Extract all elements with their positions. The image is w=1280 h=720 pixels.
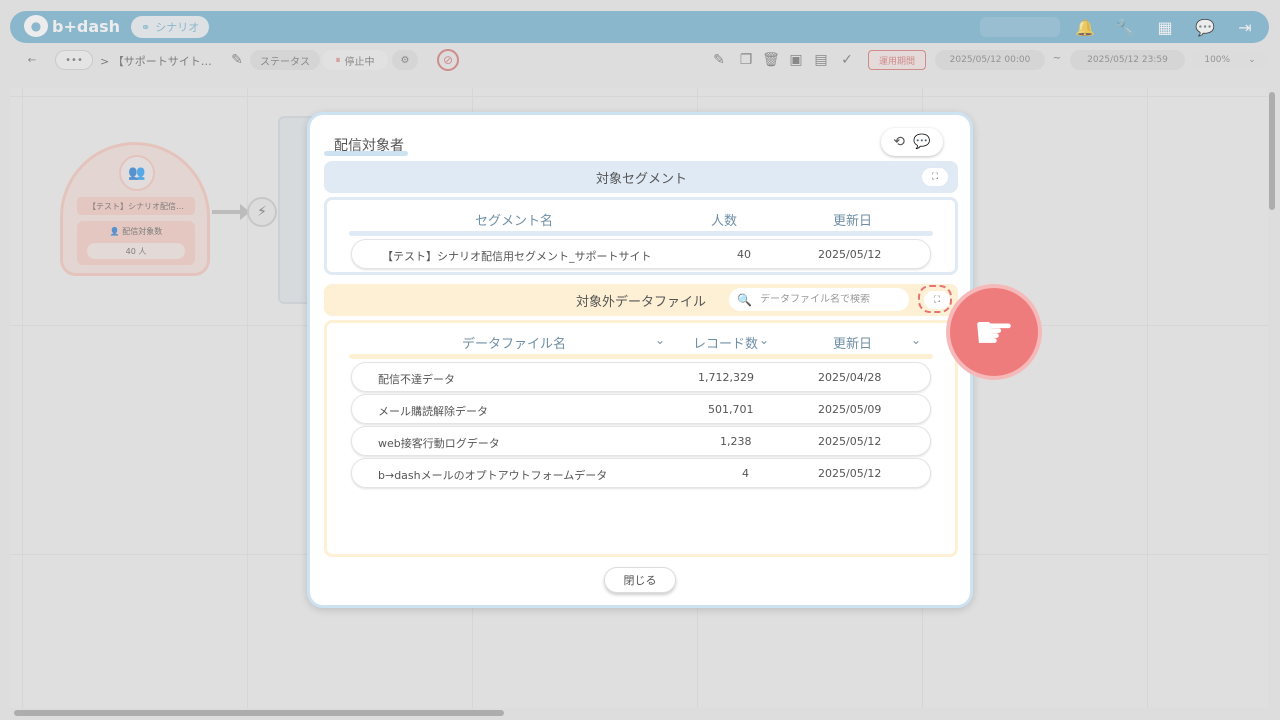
file-count-cell: 1,238 <box>720 435 752 448</box>
file-count-cell: 4 <box>742 467 749 480</box>
delivery-target-modal: 配信対象者 ⟲ 💬 対象セグメント ⛶ セグメント名 人数 更新日 【テスト】シ… <box>307 112 973 608</box>
excluded-files-table: データファイル名 ⌄ レコード数 ⌄ 更新日 ⌄ 配信不達データ 1,712,3… <box>324 320 958 557</box>
file-count-cell: 1,712,329 <box>698 371 754 384</box>
file-name-cell: 配信不達データ <box>378 373 455 386</box>
file-col-date[interactable]: 更新日 <box>833 333 872 352</box>
segment-header-underline <box>349 231 933 236</box>
table-row[interactable]: 配信不達データ 1,712,329 2025/04/28 <box>351 362 931 392</box>
modal-tools: ⟲ 💬 <box>881 128 943 156</box>
file-search-box[interactable]: 🔍 <box>729 288 909 311</box>
close-button[interactable]: 閉じる <box>604 567 676 593</box>
segment-col-name: セグメント名 <box>475 214 554 229</box>
segment-col-date: 更新日 <box>833 214 873 229</box>
file-date-cell: 2025/05/12 <box>818 467 882 480</box>
file-date-cell: 2025/04/28 <box>818 371 882 384</box>
segment-section-title: 対象セグメント <box>596 172 688 187</box>
file-col-name[interactable]: データファイル名 <box>462 333 566 352</box>
table-row[interactable]: b→dashメールのオプトアウトフォームデータ 4 2025/05/12 <box>351 458 931 488</box>
segment-date-cell: 2025/05/12 <box>818 248 882 261</box>
sort-chevron-icon[interactable]: ⌄ <box>655 333 665 347</box>
pointing-hand-icon: ☛ <box>946 284 1042 380</box>
segment-col-count: 人数 <box>711 214 738 229</box>
chat-bot-icon[interactable]: 💬 <box>913 134 930 150</box>
file-date-cell: 2025/05/09 <box>818 403 882 416</box>
file-date-cell: 2025/05/12 <box>818 435 882 448</box>
segment-section-header: 対象セグメント ⛶ <box>324 161 958 193</box>
file-name-cell: b→dashメールのオプトアウトフォームデータ <box>378 469 608 482</box>
segment-name-cell: 【テスト】シナリオ配信用セグメント_サポートサイト <box>382 250 652 263</box>
table-row[interactable]: 【テスト】シナリオ配信用セグメント_サポートサイト 40 2025/05/12 <box>351 239 931 269</box>
file-col-records[interactable]: レコード数 <box>693 333 758 352</box>
sort-chevron-icon[interactable]: ⌄ <box>911 333 921 347</box>
search-icon: 🔍 <box>737 292 752 307</box>
excluded-files-section-title: 対象外データファイル <box>576 295 707 310</box>
history-icon[interactable]: ⟲ <box>893 134 905 150</box>
file-name-cell: web接客行動ログデータ <box>378 437 500 450</box>
sort-chevron-icon[interactable]: ⌄ <box>759 333 769 347</box>
segment-table: セグメント名 人数 更新日 【テスト】シナリオ配信用セグメント_サポートサイト … <box>324 197 958 275</box>
file-search-input[interactable] <box>759 294 900 305</box>
excluded-files-section-header: 対象外データファイル 🔍 ⛶ <box>324 284 958 316</box>
table-row[interactable]: web接客行動ログデータ 1,238 2025/05/12 <box>351 426 931 456</box>
file-name-cell: メール購読解除データ <box>378 405 488 418</box>
segment-count-cell: 40 <box>737 248 751 261</box>
click-target-highlight <box>918 285 952 313</box>
table-row[interactable]: メール購読解除データ 501,701 2025/05/09 <box>351 394 931 424</box>
file-header-underline <box>349 354 933 359</box>
segment-expand-icon[interactable]: ⛶ <box>922 168 948 186</box>
modal-title: 配信対象者 <box>334 138 404 154</box>
file-count-cell: 501,701 <box>708 403 754 416</box>
